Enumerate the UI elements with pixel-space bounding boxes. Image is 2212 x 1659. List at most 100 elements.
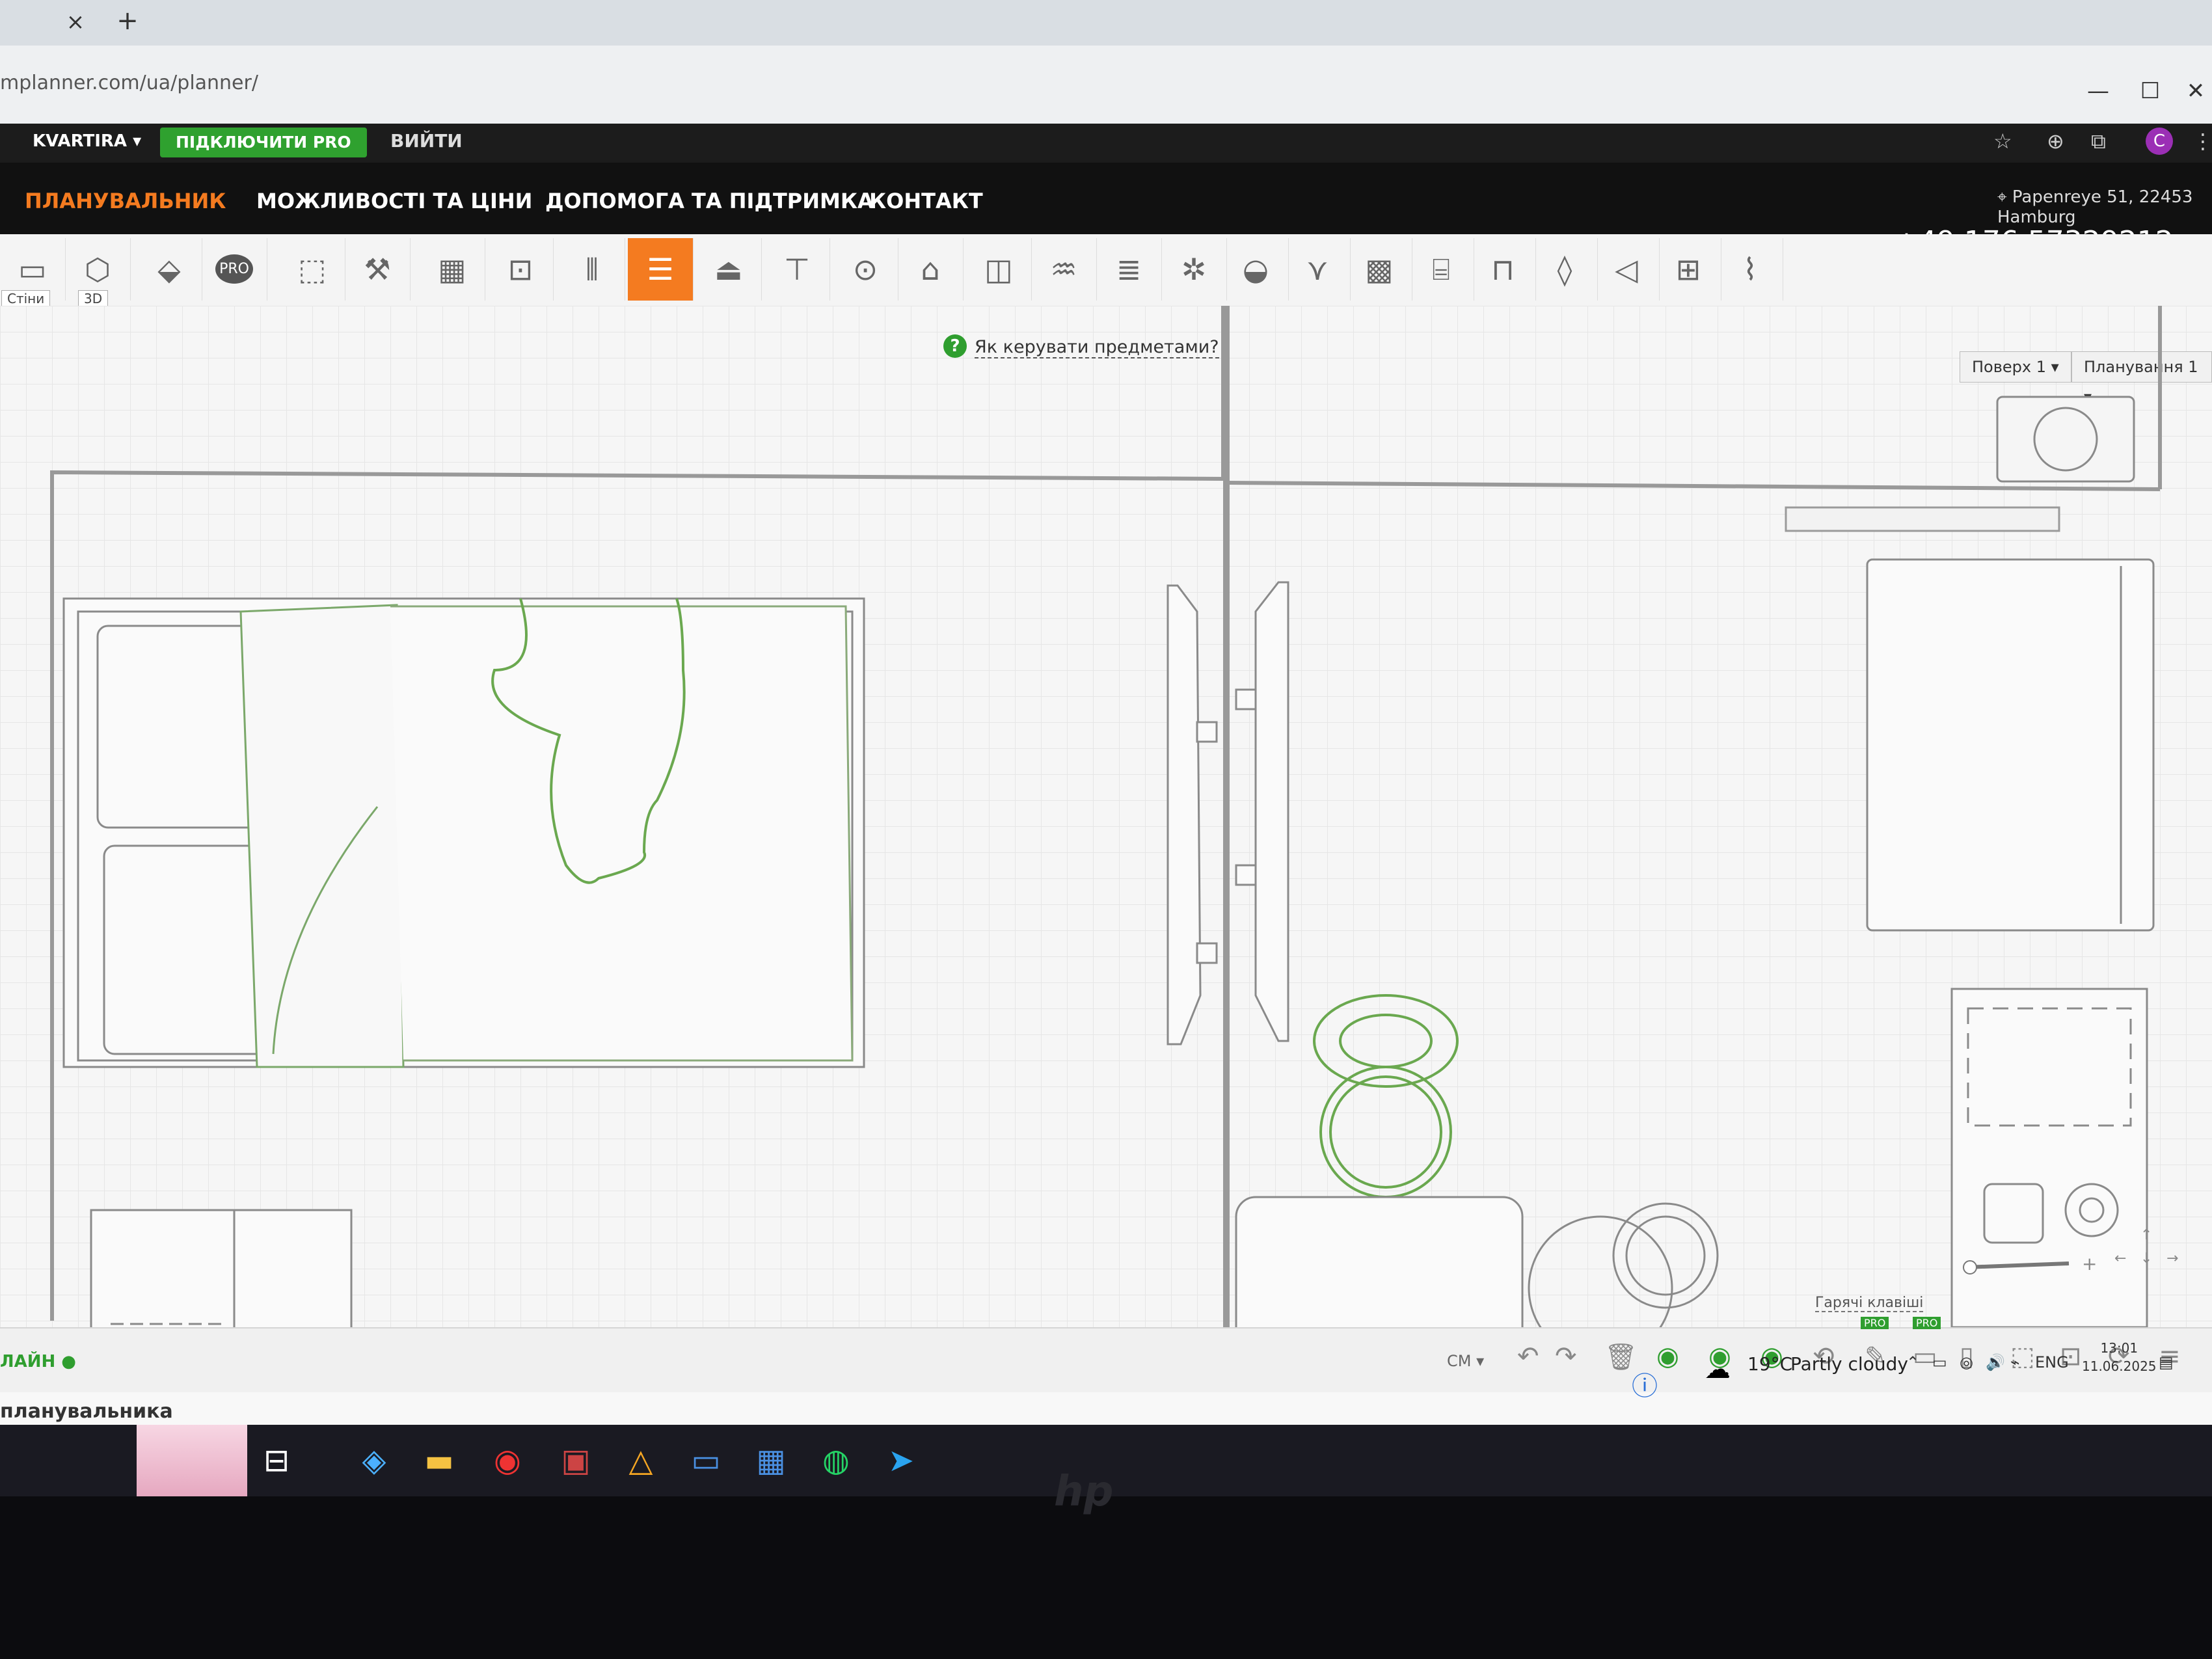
floor-plan-drawing	[50, 306, 2162, 1327]
tab-close-icon[interactable]: ×	[62, 9, 88, 35]
nav-contact[interactable]: КОНТАКТ	[869, 189, 983, 213]
speaker-icon[interactable]: ◁	[1594, 238, 1660, 301]
whatsapp-icon[interactable]: ◍	[813, 1438, 859, 1483]
browser-tab-bar: × +	[0, 0, 2212, 46]
globe-icon[interactable]: ⊕	[2047, 129, 2064, 154]
new-tab-icon[interactable]: +	[115, 8, 141, 34]
pan-up-icon[interactable]: ↑	[2140, 1227, 2152, 1243]
sink-icon[interactable]: ⏏	[696, 238, 762, 301]
task-view-icon[interactable]: ⊟	[254, 1438, 299, 1483]
online-status: ЛАЙН ●	[0, 1352, 76, 1371]
minimize-button[interactable]: —	[2079, 78, 2118, 104]
clock-date: 11.06.2025	[2082, 1358, 2157, 1374]
redo-icon[interactable]: ↷	[1555, 1342, 1577, 1371]
plant-icon[interactable]: ⋎	[1285, 238, 1351, 301]
nav-planner[interactable]: ПЛАНУВАЛЬНИК	[25, 189, 226, 213]
maximize-button[interactable]: ☐	[2131, 78, 2170, 104]
weather-text: Partly cloudy	[1790, 1353, 1908, 1375]
nav-help-support[interactable]: ДОПОМОГА ТА ПІДТРИМКА	[545, 189, 874, 213]
copilot-icon[interactable]: ◈	[351, 1438, 397, 1483]
clock-time: 13:01	[2100, 1340, 2138, 1356]
tray-chevron-icon[interactable]: ⌃	[1906, 1353, 1919, 1371]
nightstand[interactable]	[90, 1209, 353, 1327]
window-icon[interactable]: ⊡	[488, 238, 554, 301]
water-drop-icon[interactable]: ◊	[1532, 238, 1598, 301]
telegram-icon[interactable]: ➤	[878, 1438, 924, 1483]
tools-hammer-icon[interactable]: ⚒	[345, 238, 411, 301]
walls-label: Стіни	[1, 290, 51, 307]
brick-wall-icon[interactable]: ▦	[420, 238, 485, 301]
nav-features-prices[interactable]: МОЖЛИВОСТІ ТА ЦІНИ	[256, 189, 532, 213]
view-3d-label: 3D	[78, 290, 109, 307]
sofa[interactable]	[1235, 1196, 1524, 1327]
project-menu[interactable]: KVARTIRA ▾	[33, 131, 141, 151]
vlc-icon[interactable]: △	[618, 1438, 664, 1483]
radiator-icon[interactable]: ⦀	[560, 238, 625, 301]
help-circle-icon[interactable]: ⓘ	[1632, 1365, 1658, 1403]
tray-volume-icon[interactable]: 🔊	[1986, 1353, 2005, 1371]
more-menu-icon[interactable]: ⋮	[2192, 129, 2212, 154]
chrome-icon[interactable]: ◉	[485, 1438, 530, 1483]
address-value: Papenreye 51, 22453 Hamburg	[1997, 187, 2193, 227]
site-account-bar: KVARTIRA ▾ ПІДКЛЮЧИТИ PRO ВИЙТИ ☆ ⊕ ⧉ C …	[0, 124, 2212, 163]
logout-link[interactable]: ВИЙТИ	[390, 130, 463, 152]
units-dropdown[interactable]: СМ ▾	[1447, 1352, 1484, 1370]
bookmark-star-icon[interactable]: ☆	[1993, 129, 2012, 154]
wardrobe-right[interactable]	[1866, 558, 2155, 932]
curtain-icon[interactable]: ⌇	[1718, 238, 1783, 301]
connect-pro-button[interactable]: ПІДКЛЮЧИТИ PRO	[160, 128, 367, 157]
boiler[interactable]	[1996, 396, 2135, 483]
pan-down-icon[interactable]: ↓	[2140, 1250, 2152, 1267]
bed[interactable]	[62, 597, 865, 1068]
stove[interactable]	[1950, 988, 2148, 1327]
xp-app-icon[interactable]: ▣	[553, 1438, 599, 1483]
door-icon[interactable]: ◫	[966, 238, 1032, 301]
tools-toolbar: ▭ Стіни ⬡ 3D ⬙ PRO ⬚ ⚒ ▦ ⊡ ⦀ ☰ ⏏ ⊤ ⊙ ⌂ ◫…	[0, 234, 2212, 307]
zoom-in-icon[interactable]: +	[2082, 1253, 2097, 1275]
furniture-dresser-icon[interactable]: ☰	[628, 238, 694, 301]
socket-icon[interactable]: ⊙	[833, 238, 898, 301]
gate-icon[interactable]: ⊓	[1470, 238, 1536, 301]
round-table[interactable]	[1528, 1202, 1719, 1327]
hotkeys-link[interactable]: Гарячі клавіші	[1815, 1295, 1924, 1312]
paint-tool-icon[interactable]: ⬙	[137, 238, 202, 301]
fan-icon[interactable]: ✲	[1161, 238, 1227, 301]
store-icon[interactable]: ▭	[683, 1438, 729, 1483]
tray-usb-icon[interactable]: ⌁	[2010, 1353, 2019, 1371]
clock[interactable]: 13:01 11.06.2025	[2082, 1339, 2157, 1375]
pro-tool-icon[interactable]: PRO	[202, 238, 267, 301]
flamingo-widget[interactable]	[137, 1425, 247, 1496]
ceiling-lamp-icon[interactable]: ⌂	[898, 238, 964, 301]
faucet-icon[interactable]: ⊤	[764, 238, 830, 301]
radiator-right[interactable]	[1785, 506, 2060, 532]
notifications-icon[interactable]: ▤	[2159, 1353, 2174, 1371]
close-window-button[interactable]: ✕	[2176, 78, 2212, 104]
planner-canvas[interactable]: ? Як керувати предметами? Поверх 1 ▾ Пла…	[0, 306, 2212, 1327]
undo-icon[interactable]: ↶	[1517, 1342, 1539, 1371]
calculator-icon[interactable]: ▦	[748, 1438, 794, 1483]
extensions-icon[interactable]: ⧉	[2091, 129, 2106, 154]
site-nav: ПЛАНУВАЛЬНИК МОЖЛИВОСТІ ТА ЦІНИ ДОПОМОГА…	[0, 163, 2212, 258]
floor-pattern-icon[interactable]: ▩	[1347, 238, 1412, 301]
air-conditioner-icon[interactable]: ≣	[1096, 238, 1162, 301]
room-tool-icon[interactable]: ⬚	[280, 238, 345, 301]
pan-left-icon[interactable]: ←	[2114, 1250, 2126, 1267]
profile-avatar[interactable]: C	[2146, 128, 2173, 155]
hp-logo: hp	[1054, 1468, 1114, 1516]
heating-pipe-icon[interactable]: ♒	[1031, 238, 1097, 301]
language-indicator[interactable]: ENG	[2035, 1353, 2069, 1371]
file-explorer-icon[interactable]: ▬	[416, 1438, 462, 1483]
pan-right-icon[interactable]: →	[2166, 1250, 2178, 1267]
weather-cloud-icon: ☁	[1705, 1355, 1731, 1384]
camera-icon[interactable]: ◒	[1223, 238, 1289, 301]
toggle-hints-icon[interactable]: ◉	[1656, 1342, 1679, 1371]
tray-network-icon[interactable]: ◎	[1960, 1353, 1973, 1371]
chair[interactable]	[1313, 994, 1459, 1198]
stairs-icon[interactable]: ⌸	[1409, 238, 1474, 301]
url-field[interactable]: mplanner.com/ua/planner/	[0, 72, 258, 94]
screen: × + mplanner.com/ua/planner/ — ☐ ✕ KVART…	[0, 0, 2212, 1496]
pro-badge: PRO	[1913, 1317, 1941, 1329]
address-text: ⌖ Papenreye 51, 22453 Hamburg	[1997, 187, 2212, 227]
floor-plan-icon[interactable]: ⊞	[1656, 238, 1721, 301]
tray-battery-icon[interactable]: ▭	[1932, 1353, 1947, 1371]
